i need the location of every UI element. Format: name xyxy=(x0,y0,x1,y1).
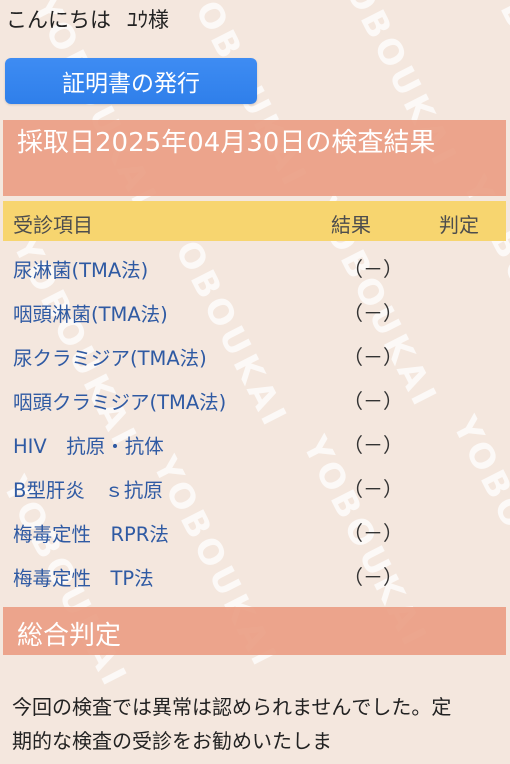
overall-judgement-header: 総合判定 xyxy=(3,607,506,655)
page: YOBOUKAI YOBOUKAI YOBOUKAI YOBOUKAI YOBO… xyxy=(0,0,510,764)
table-row[interactable]: 咽頭クラミジア(TMA法) （－） xyxy=(3,377,506,421)
table-row[interactable]: B型肝炎 ｓ抗原 （－） xyxy=(3,465,506,509)
table-row[interactable]: 尿クラミジア(TMA法) （－） xyxy=(3,333,506,377)
test-result: （－） xyxy=(343,433,403,457)
column-header-item: 受診項目 xyxy=(13,213,93,237)
overall-judgement-text: 今回の検査では異常は認められませんでした。定期的な検査の受診をお勧めいたしま xyxy=(12,695,452,753)
column-header-result: 結果 xyxy=(331,213,371,237)
column-header-judgement: 判定 xyxy=(439,213,479,237)
test-item-link[interactable]: B型肝炎 ｓ抗原 xyxy=(13,474,163,503)
result-header-title: 採取日2025年04月30日の検査結果 xyxy=(17,128,436,158)
result-section-header: 採取日2025年04月30日の検査結果 xyxy=(3,120,506,196)
test-item-link[interactable]: 咽頭クラミジア(TMA法) xyxy=(13,386,226,415)
test-result: （－） xyxy=(343,389,403,413)
overall-title: 総合判定 xyxy=(17,621,122,651)
table-row[interactable]: 梅毒定性 TP法 （－） xyxy=(3,553,506,597)
test-item-link[interactable]: 咽頭淋菌(TMA法) xyxy=(13,298,168,327)
test-result: （－） xyxy=(343,301,403,325)
test-result: （－） xyxy=(343,257,403,281)
table-header: 受診項目 結果 判定 xyxy=(3,201,506,241)
test-item-link[interactable]: 梅毒定性 RPR法 xyxy=(13,518,169,547)
user-name: ﾕｳ様 xyxy=(127,8,169,32)
test-result: （－） xyxy=(343,565,403,589)
test-item-link[interactable]: 尿クラミジア(TMA法) xyxy=(13,342,207,371)
table-row[interactable]: HIV 抗原・抗体 （－） xyxy=(3,421,506,465)
table-row[interactable]: 咽頭淋菌(TMA法) （－） xyxy=(3,289,506,333)
test-result: （－） xyxy=(343,521,403,545)
greeting-text: こんにちは xyxy=(6,8,111,32)
test-result: （－） xyxy=(343,477,403,501)
issue-certificate-button[interactable]: 証明書の発行 xyxy=(5,58,257,104)
table-row[interactable]: 梅毒定性 RPR法 （－） xyxy=(3,509,506,553)
greeting: こんにちは ﾕｳ様 xyxy=(6,4,169,34)
test-result: （－） xyxy=(343,345,403,369)
test-item-link[interactable]: HIV 抗原・抗体 xyxy=(13,430,164,459)
test-item-link[interactable]: 梅毒定性 TP法 xyxy=(13,562,154,591)
test-item-link[interactable]: 尿淋菌(TMA法) xyxy=(13,254,148,283)
table-row[interactable]: 尿淋菌(TMA法) （－） xyxy=(3,245,506,289)
